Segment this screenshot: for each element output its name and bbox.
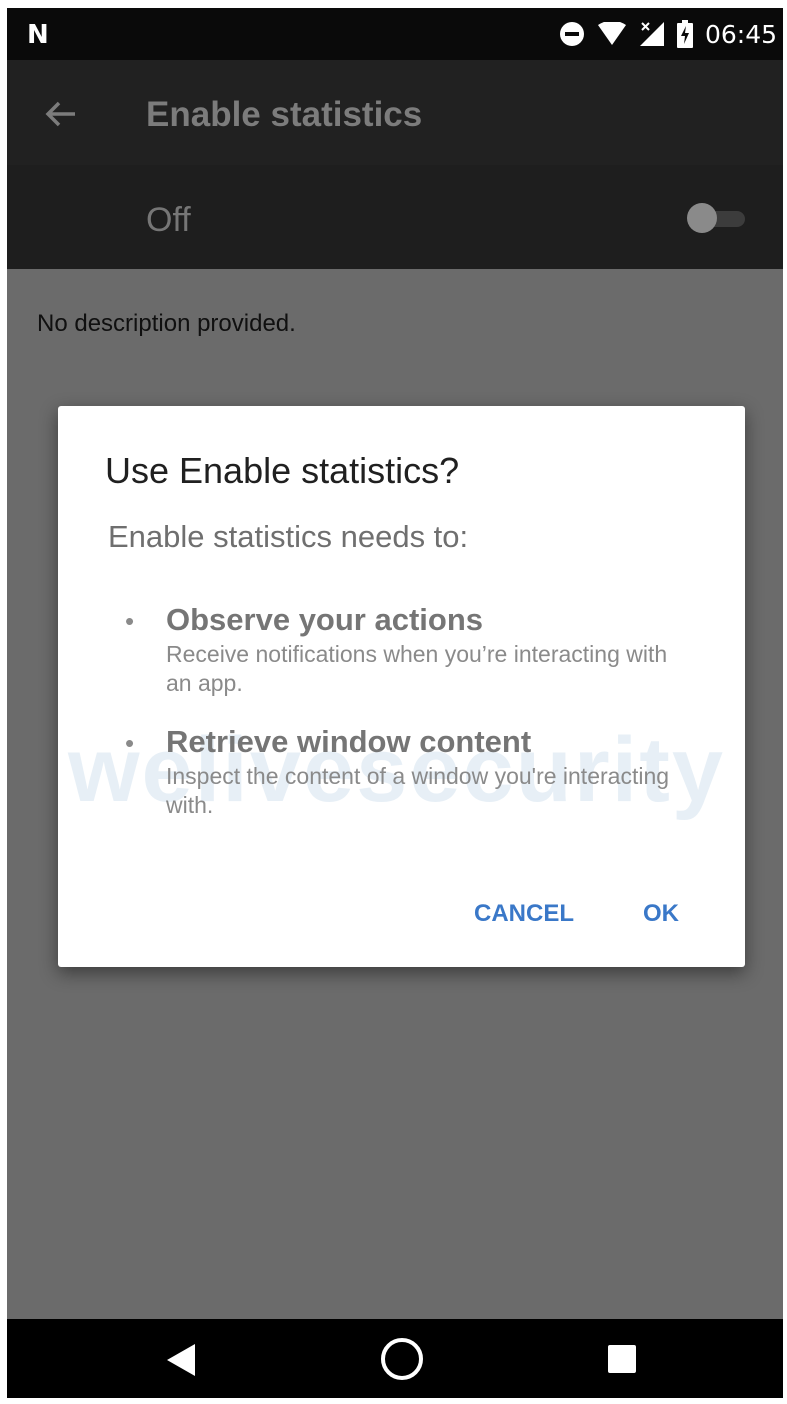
navigation-bar [7,1319,783,1398]
master-switch-bar[interactable]: Off [7,165,783,269]
home-circle-icon[interactable] [379,1336,425,1382]
status-icons: 06:45 [559,8,777,60]
permission-dialog: welivesecurity Use Enable statistics? En… [58,406,745,967]
back-triangle-icon[interactable] [165,1343,197,1377]
switch-thumb [687,203,717,233]
permission-title: Observe your actions [166,602,484,637]
signal-icon [639,22,664,46]
switch-state-label: Off [146,201,191,239]
app-bar: Enable statistics [7,60,783,165]
bullet-icon: • [125,728,135,758]
ok-button[interactable]: OK [643,900,679,928]
service-toggle-switch[interactable] [687,203,747,233]
permission-title: Retrieve window content [166,724,532,759]
n-logo-icon: N [27,20,49,50]
permission-description: Receive notifications when you’re intera… [166,641,668,696]
dialog-title: Use Enable statistics? [105,450,460,491]
do-not-disturb-icon [559,22,584,46]
status-clock: 06:45 [704,19,777,49]
arrow-left-icon [45,101,75,127]
service-description: No description provided. [37,310,296,337]
phone-screen: N 06:45 Enable statistics Off No descrip… [7,8,783,1398]
page-title: Enable statistics [146,95,423,134]
bullet-icon: • [125,606,135,636]
back-arrow-button[interactable] [37,90,85,138]
cancel-button[interactable]: CANCEL [474,900,574,928]
dialog-subtitle: Enable statistics needs to: [108,519,469,554]
recents-square-icon[interactable] [607,1344,637,1374]
status-bar: N 06:45 [7,8,783,60]
permission-description: Inspect the content of a window you're i… [166,763,670,818]
wifi-icon [597,22,626,45]
battery-icon [676,20,693,48]
